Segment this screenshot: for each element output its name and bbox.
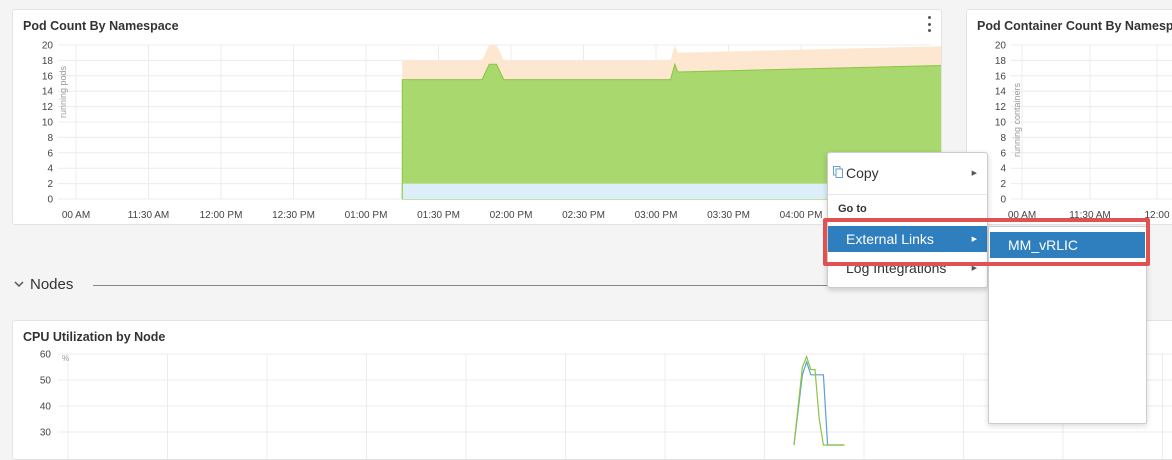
x-tick-label: 00 AM — [62, 210, 90, 221]
y-tick-label: 8 — [1000, 133, 1006, 144]
section-label: Nodes — [30, 276, 74, 293]
x-tick-label: 02:30 PM — [562, 210, 605, 221]
x-tick-label: 12:00 — [1144, 210, 1169, 221]
chevron-down-icon — [14, 279, 28, 291]
y-tick-label: 18 — [995, 56, 1007, 67]
menu-divider — [828, 194, 987, 195]
submenu-item-link[interactable]: MM_vRLIC — [990, 232, 1145, 258]
y-tick-label: 6 — [47, 148, 53, 159]
x-tick-label: 03:30 PM — [707, 210, 750, 221]
y-tick-label: 4 — [47, 164, 53, 175]
y-tick-label: 14 — [995, 87, 1007, 98]
pod-container-chart[interactable]: 0 2 4 6 8 10 12 14 16 18 20 00 AM 11:30 AM 12:00 runni… — [967, 10, 1172, 225]
x-tick-label: 12:00 PM — [200, 210, 243, 221]
menu-item-external-links[interactable]: External Links ▶ — [828, 226, 987, 252]
x-tick-label: 01:00 PM — [345, 210, 388, 221]
y-tick-label: 12 — [995, 102, 1007, 113]
caret-right-icon: ▶ — [971, 170, 977, 177]
y-tick-label: 2 — [1000, 179, 1006, 190]
x-tick-label: 04:00 PM — [780, 210, 823, 221]
x-tick-label: 11:30 AM — [128, 210, 170, 221]
y-tick-label: 10 — [995, 118, 1007, 129]
pod-container-panel: Pod Container Count By Namespa 0 2 4 6 8 10 12… — [966, 9, 1172, 225]
y-axis-label: running containers — [1012, 82, 1022, 157]
y-tick-label: 10 — [42, 118, 54, 129]
y-tick-label: 20 — [42, 41, 54, 52]
y-tick-label: 12 — [42, 102, 54, 113]
y-tick-label: 16 — [42, 71, 54, 82]
context-menu: Copy ▶ Go to External Links ▶ Log Integr… — [827, 152, 988, 288]
x-tick-label: 01:30 PM — [417, 210, 460, 221]
external-links-submenu: MM_vRLIC — [988, 226, 1147, 424]
y-tick-label: 60 — [40, 350, 52, 361]
y-tick-label: 40 — [40, 402, 52, 413]
copy-icon — [833, 166, 843, 178]
caret-right-icon: ▶ — [971, 236, 977, 243]
menu-item-copy[interactable]: Copy ▶ — [828, 160, 987, 186]
menu-item-external-links-label: External Links — [846, 231, 934, 247]
y-tick-label: 20 — [995, 41, 1007, 52]
menu-header-goto: Go to — [838, 203, 867, 215]
x-tick-label: 02:00 PM — [490, 210, 533, 221]
pod-count-chart[interactable]: 0 2 4 6 8 10 12 14 16 18 20 00 AM 11:30 AM 12:00 PM 12… — [13, 10, 942, 225]
y-tick-label: 14 — [42, 87, 54, 98]
y-axis-label: running pods — [58, 65, 68, 118]
caret-right-icon: ▶ — [971, 265, 977, 272]
x-tick-label: 00 AM — [1008, 210, 1036, 221]
y-tick-label: 16 — [995, 71, 1007, 82]
y-tick-label: 4 — [1000, 164, 1006, 175]
x-tick-label: 11:30 AM — [1069, 210, 1111, 221]
y-axis-label: % — [62, 354, 69, 363]
x-tick-label: 12:30 PM — [272, 210, 315, 221]
y-tick-label: 2 — [47, 179, 53, 190]
menu-item-log-integrations[interactable]: Log Integrations ▶ — [828, 255, 987, 281]
y-tick-label: 0 — [47, 195, 53, 206]
y-tick-label: 30 — [40, 428, 52, 439]
y-tick-label: 0 — [1000, 195, 1006, 206]
y-tick-label: 8 — [47, 133, 53, 144]
x-tick-label: 03:00 PM — [635, 210, 678, 221]
menu-item-log-integrations-label: Log Integrations — [846, 260, 947, 276]
y-tick-label: 18 — [42, 56, 54, 67]
menu-item-copy-label: Copy — [846, 165, 879, 181]
y-tick-label: 50 — [40, 376, 52, 387]
nodes-section-header[interactable]: Nodes — [14, 276, 73, 293]
pod-count-panel: Pod Count By Namespace 0 2 4 6 8 10 12 14 16 18 20… — [12, 9, 942, 225]
y-tick-label: 6 — [1000, 148, 1006, 159]
